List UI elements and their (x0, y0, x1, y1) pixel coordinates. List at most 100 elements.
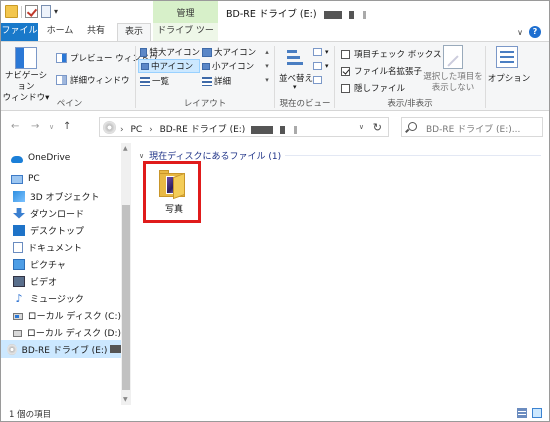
sidebar-item-pictures[interactable]: ピクチャ (1, 255, 121, 273)
video-icon (13, 275, 25, 287)
breadcrumb-separator: › (120, 125, 124, 135)
back-arrow-icon[interactable]: ← (11, 121, 19, 132)
layout-medium-icons[interactable]: 中アイコン (138, 59, 200, 73)
sidebar-item-local-disk-c[interactable]: ローカル ディスク (C:) (1, 306, 121, 324)
sidebar-item-label: ビデオ (30, 277, 58, 288)
manage-label: 管理 (176, 9, 195, 19)
layout-gallery: 特大アイコン 大アイコン 中アイコン 小アイコン 一覧 詳細 (138, 45, 262, 89)
details-pane-button[interactable]: 詳細ウィンドウ (56, 74, 130, 86)
help-icon[interactable]: ? (529, 26, 541, 38)
layout-list[interactable]: 一覧 (138, 74, 200, 88)
explorer-window: ▾ 管理 BD-RE ドライブ (E:) ファイル ホーム 共有 表示 ドライブ… (0, 0, 550, 422)
quick-access-toolbar: ▾ (5, 5, 62, 18)
search-input[interactable]: BD-RE ドライブ (E:)... (426, 122, 520, 135)
title-bar: ▾ 管理 BD-RE ドライブ (E:) (1, 1, 549, 23)
sidebar-item-pc[interactable]: PC (1, 170, 121, 188)
size-columns-button[interactable] (313, 76, 322, 84)
sidebar-item-bd-drive[interactable]: BD-RE ドライブ (E:) (1, 340, 121, 358)
redacted-label (110, 345, 121, 353)
sidebar-item-music[interactable]: ♪ ミュージック (1, 289, 121, 307)
pane-group-label: ペイン (56, 99, 83, 109)
small-icons-icon (202, 62, 210, 70)
item-checkbox-check[interactable] (341, 49, 350, 59)
file-extensions-toggle[interactable]: ファイル名拡張子 (341, 65, 422, 77)
sidebar-item-videos[interactable]: ビデオ (1, 272, 121, 290)
large-icons-view-icon[interactable] (532, 408, 542, 418)
sidebar-item-label: ドキュメント (28, 243, 83, 254)
navigation-pane-icon[interactable] (15, 47, 37, 69)
scroll-down-icon[interactable]: ▼ (123, 396, 128, 403)
breadcrumb-pc[interactable]: PC (130, 125, 142, 135)
redacted-label (348, 10, 354, 19)
preview-pane-icon (56, 53, 67, 63)
properties-icon[interactable] (25, 5, 38, 18)
tab-home[interactable]: ホーム (43, 23, 77, 41)
refresh-icon[interactable]: ↻ (373, 121, 382, 134)
details-pane-icon (56, 75, 67, 85)
sidebar-item-3d-objects[interactable]: 3D オブジェクト (1, 187, 121, 205)
collapse-ribbon-icon[interactable]: ∨ (517, 28, 523, 37)
search-box[interactable]: BD-RE ドライブ (E:)... (401, 117, 543, 137)
3d-objects-icon (13, 190, 25, 202)
extra-large-icons-icon (140, 47, 148, 57)
sidebar-item-label: デスクトップ (30, 226, 85, 237)
layout-small-icons[interactable]: 小アイコン (200, 59, 262, 73)
sidebar-item-desktop[interactable]: デスクトップ (1, 221, 121, 239)
address-dropdown-icon[interactable]: ∨ (359, 123, 364, 131)
layout-large-icons[interactable]: 大アイコン (200, 45, 262, 59)
tab-view[interactable]: 表示 (117, 23, 151, 42)
status-bar: 1 個の項目 (1, 405, 549, 421)
hidden-items-check[interactable] (341, 83, 350, 93)
sidebar-item-documents[interactable]: ドキュメント (1, 238, 121, 256)
sort-by-icon[interactable] (285, 47, 307, 69)
sidebar-item-local-disk-d[interactable]: ローカル ディスク (D:) (1, 323, 121, 341)
extra-large-icons-label: 特大アイコン (149, 48, 200, 58)
tab-share[interactable]: 共有 (81, 23, 111, 41)
music-icon: ♪ (15, 291, 23, 305)
sort-by-dropdown[interactable]: ▾ (293, 83, 297, 91)
show-hide-group-label: 表示/非表示 (387, 99, 433, 109)
toolbar-separator (21, 5, 22, 18)
item-count: 1 個の項目 (9, 410, 52, 420)
address-bar[interactable]: › PC › BD-RE ドライブ (E:) ∨ ↻ (99, 117, 389, 137)
download-icon (13, 207, 25, 219)
hide-selected-button[interactable]: 選択した項目を 表示しない (421, 42, 485, 98)
sidebar-item-downloads[interactable]: ダウンロード (1, 204, 121, 222)
hidden-items-toggle[interactable]: 隠しファイル (341, 82, 405, 94)
ribbon-tabs: ファイル ホーム 共有 表示 ドライブ ツール ∨ ? (1, 23, 549, 53)
recent-locations-icon[interactable]: ∨ (49, 123, 54, 131)
file-extensions-check[interactable] (341, 66, 350, 76)
scroll-up-icon[interactable]: ▲ (123, 145, 128, 152)
tab-drive-tools[interactable]: ドライブ ツール (153, 23, 218, 53)
options-group[interactable]: オプション (486, 42, 544, 111)
tab-file[interactable]: ファイル (1, 23, 38, 41)
large-icons-icon (202, 47, 212, 57)
layout-extra-large-icons[interactable]: 特大アイコン (138, 45, 200, 59)
new-folder-icon[interactable] (41, 5, 51, 18)
group-divider (285, 155, 541, 156)
sidebar-item-label: ミュージック (30, 294, 84, 305)
layout-details[interactable]: 詳細 (200, 74, 262, 88)
details-view-icon (202, 76, 212, 86)
hide-selected-label: 選択した項目を 表示しない (423, 72, 483, 93)
sidebar-item-onedrive[interactable]: OneDrive (1, 149, 121, 167)
breadcrumb-drive[interactable]: BD-RE ドライブ (E:) (160, 125, 246, 135)
hidden-items-label: 隠しファイル (354, 84, 406, 94)
nav-scrollbar[interactable]: ▲ ▼ (121, 143, 131, 405)
chevron-down-icon[interactable]: ∨ (139, 152, 144, 160)
scrollbar-thumb[interactable] (122, 205, 130, 390)
desktop-icon (13, 224, 25, 236)
up-arrow-icon[interactable]: ↑ (63, 121, 71, 132)
add-columns-button[interactable]: ▾ (313, 62, 329, 70)
redacted-label (362, 10, 366, 19)
forward-arrow-icon[interactable]: → (31, 121, 39, 132)
bd-drive-icon (103, 121, 116, 134)
file-list-area[interactable]: ∨ 現在ディスクにあるファイル (1) 写真 (133, 143, 549, 405)
group-by-button[interactable]: ▾ (313, 48, 329, 56)
current-view-group-label: 現在のビュー (279, 99, 331, 109)
details-view-icon[interactable] (517, 408, 527, 418)
customize-qat-icon[interactable]: ▾ (54, 7, 62, 16)
breadcrumb-separator: › (149, 125, 153, 135)
layout-gallery-scroll[interactable]: ▴ ▾ ▾ (263, 45, 271, 89)
current-view-group: ▾ ▾ 並べ替え ▾ 現在のビュー (275, 42, 335, 111)
